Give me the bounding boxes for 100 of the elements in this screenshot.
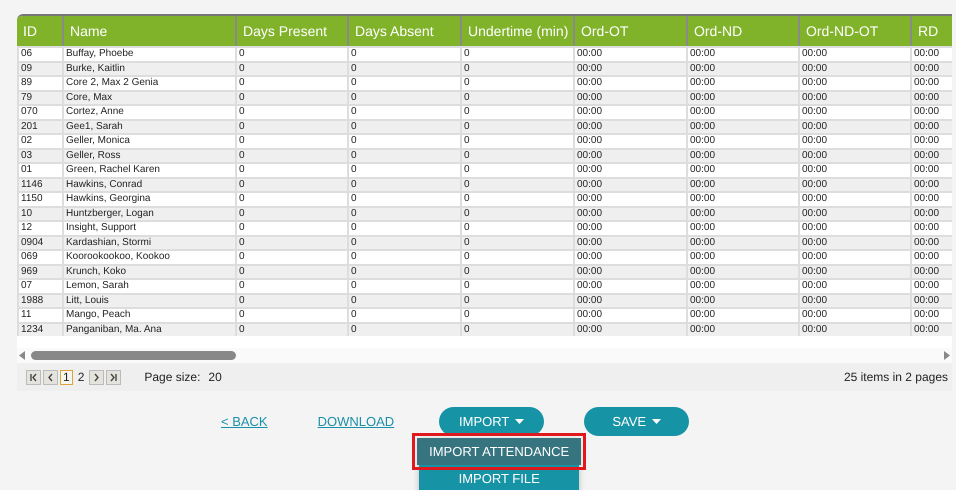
scroll-right-icon[interactable] [944, 351, 950, 360]
table-cell: Mango, Peach [62, 307, 235, 322]
table-cell: 0 [235, 90, 347, 104]
table-cell: Huntzberger, Logan [62, 206, 235, 220]
table-cell: 00:00 [910, 104, 952, 118]
table-cell: 10 [17, 206, 62, 220]
column-header[interactable]: Days Present [235, 16, 347, 46]
table-cell: 00:00 [573, 75, 686, 90]
table-cell: 00:00 [798, 307, 910, 322]
table-cell: 0 [347, 162, 460, 176]
table-cell: 00:00 [910, 322, 952, 336]
column-header[interactable]: Ord-OT [573, 16, 686, 46]
table-cell: 00:00 [910, 176, 952, 191]
table-cell: 00:00 [573, 234, 686, 249]
table-cell: Lemon, Sarah [62, 278, 235, 292]
column-header[interactable]: Days Absent [347, 16, 460, 46]
table-cell: 00:00 [910, 60, 952, 75]
table-cell: 0 [235, 307, 347, 322]
table-cell: 00:00 [686, 75, 798, 90]
table-cell: 00:00 [910, 118, 952, 133]
table-cell: Geller, Ross [62, 148, 235, 162]
table-cell: 0 [347, 176, 460, 191]
table-cell: 0 [460, 162, 573, 176]
next-icon [92, 372, 102, 382]
download-link[interactable]: DOWNLOAD [318, 414, 394, 429]
table-cell: 0 [235, 264, 347, 278]
table-cell: 00:00 [686, 90, 798, 104]
table-cell: Green, Rachel Karen [62, 162, 235, 176]
table-cell: 969 [17, 264, 62, 278]
table-cell: Litt, Louis [62, 292, 235, 307]
table-cell: 00:00 [573, 191, 686, 206]
table-cell: 0 [235, 118, 347, 133]
table-cell: 00:00 [798, 133, 910, 148]
table-cell: 00:00 [573, 206, 686, 220]
table-cell: 0 [235, 292, 347, 307]
table-cell: 11 [17, 307, 62, 322]
table-cell: 00:00 [910, 162, 952, 176]
table-cell: 00:00 [573, 46, 686, 60]
table-cell: 0 [460, 148, 573, 162]
import-button[interactable]: IMPORT [439, 407, 544, 436]
prev-icon [46, 372, 55, 382]
table-cell: 0 [235, 278, 347, 292]
table-cell: 03 [17, 148, 62, 162]
table-cell: 00:00 [573, 148, 686, 162]
table-cell: 0 [460, 176, 573, 191]
table-cell: 0 [235, 322, 347, 336]
table-cell: 070 [17, 104, 62, 118]
save-button[interactable]: SAVE [584, 407, 690, 436]
menu-item[interactable]: IMPORT FILE [419, 465, 580, 490]
table-cell: 00:00 [910, 191, 952, 206]
table-cell: 0 [235, 60, 347, 75]
table-cell: 00:00 [686, 176, 798, 191]
table-cell: 0 [460, 191, 573, 206]
column-header[interactable]: Ord-ND [686, 16, 798, 46]
table-cell: 0 [235, 206, 347, 220]
table-cell: 00:00 [686, 234, 798, 249]
table-cell: 00:00 [573, 90, 686, 104]
column-header[interactable]: ID [17, 16, 62, 46]
column-header[interactable]: Name [62, 16, 235, 46]
previous-page-button[interactable] [43, 370, 58, 384]
next-page-button[interactable] [89, 370, 104, 384]
first-page-button[interactable] [26, 370, 41, 384]
table-cell: 0 [235, 133, 347, 148]
table-cell: 0 [347, 118, 460, 133]
table-cell: 00:00 [910, 133, 952, 148]
table-cell: 12 [17, 220, 62, 234]
page-size-value[interactable]: 20 [208, 370, 222, 384]
table-cell: 00:00 [686, 148, 798, 162]
column-header[interactable]: Undertime (min) [460, 16, 573, 46]
table-cell: 00:00 [686, 292, 798, 307]
table-cell: 0 [460, 292, 573, 307]
table-cell: 0 [460, 220, 573, 234]
last-page-button[interactable] [106, 370, 122, 384]
table-cell: 00:00 [910, 148, 952, 162]
table-cell: 00:00 [798, 191, 910, 206]
table-cell: 1146 [17, 176, 62, 191]
column-header[interactable]: Ord-ND-OT [798, 16, 910, 46]
scrollbar-thumb[interactable] [31, 351, 236, 360]
menu-item[interactable]: IMPORT ATTENDANCE [417, 438, 582, 465]
column-header[interactable]: RD [910, 16, 952, 46]
horizontal-scrollbar[interactable] [17, 348, 952, 363]
page-number[interactable]: 1 [60, 370, 73, 384]
table-cell: 00:00 [798, 148, 910, 162]
table-cell: 0 [235, 75, 347, 90]
page-number[interactable]: 2 [74, 370, 88, 384]
table-cell: 00:00 [798, 162, 910, 176]
table-cell: 0 [347, 60, 460, 75]
pager-summary: 25 items in 2 pages [844, 370, 948, 384]
table-cell: 00:00 [798, 206, 910, 220]
table-cell: 0 [347, 249, 460, 264]
table-cell: 00:00 [910, 75, 952, 90]
table-cell: 00:00 [686, 206, 798, 220]
caret-icon [515, 419, 524, 424]
back-link[interactable]: < BACK [221, 414, 268, 429]
table-cell: 0 [235, 249, 347, 264]
table-cell: 0 [460, 133, 573, 148]
table-cell: 0 [460, 118, 573, 133]
table-cell: 0 [347, 90, 460, 104]
scroll-left-icon[interactable] [19, 351, 25, 360]
table-cell: 00:00 [686, 220, 798, 234]
